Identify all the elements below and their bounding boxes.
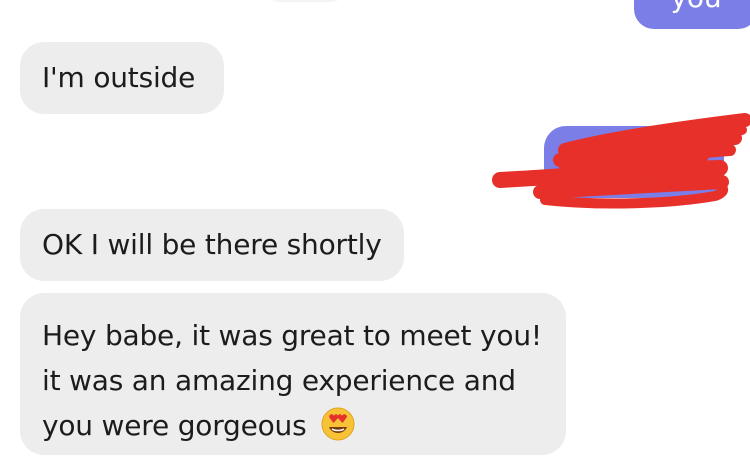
message-text: I'm outside xyxy=(42,61,196,94)
message-text-line: you were gorgeous xyxy=(42,409,307,442)
message-text: you xyxy=(671,0,722,14)
incoming-message-bubble[interactable]: I'm outside xyxy=(20,42,224,114)
redacted-outgoing-message-bubble[interactable] xyxy=(544,126,724,198)
partial-message-bubble xyxy=(265,0,345,2)
message-text-line: Hey babe, it was great to meet you! xyxy=(42,319,542,352)
outgoing-message-bubble[interactable]: you xyxy=(634,0,750,29)
incoming-message-bubble[interactable]: OK I will be there shortly xyxy=(20,209,404,281)
message-text-line: it was an amazing experience and xyxy=(42,364,516,397)
heart-eyes-emoji-icon xyxy=(321,407,355,454)
incoming-message-bubble[interactable]: Hey babe, it was great to meet you! it w… xyxy=(20,293,566,455)
message-thread: you I'm outside OK I will be there short… xyxy=(0,0,750,459)
message-text: OK I will be there shortly xyxy=(42,228,382,261)
